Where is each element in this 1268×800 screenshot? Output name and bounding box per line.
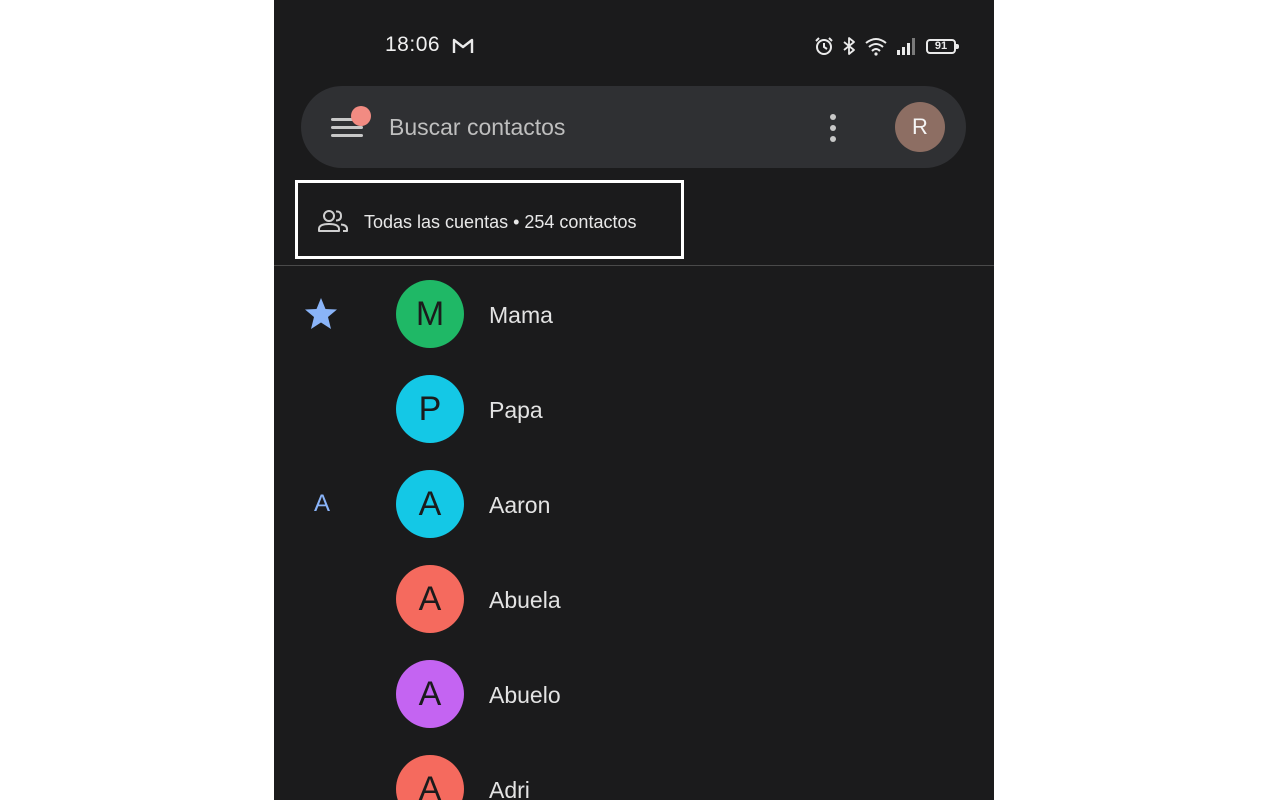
bluetooth-icon [843, 37, 855, 55]
contact-name: Aaron [489, 492, 551, 518]
star-icon [305, 298, 337, 329]
status-bar: 18:06 91 [274, 0, 994, 90]
contact-row[interactable]: A Abuela [274, 551, 994, 646]
contact-name: Mama [489, 302, 553, 328]
contact-avatar: A [396, 470, 464, 538]
contact-avatar: A [396, 755, 464, 800]
contact-avatar: P [396, 375, 464, 443]
gmail-icon [452, 38, 474, 53]
contact-avatar: A [396, 565, 464, 633]
notification-dot [351, 106, 371, 126]
contact-row[interactable]: A Adri [274, 741, 994, 800]
signal-icon [897, 38, 915, 55]
contact-name: Adri [489, 777, 530, 800]
status-time: 18:06 [385, 33, 441, 56]
account-filter-label: Todas las cuentas • 254 contactos [364, 212, 637, 232]
status-icons: 91 [814, 33, 959, 59]
contact-row[interactable]: A Abuelo [274, 646, 994, 741]
profile-avatar[interactable]: R [895, 102, 945, 152]
battery-indicator: 91 [926, 38, 959, 54]
contact-avatar: A [396, 660, 464, 728]
contact-name: Abuelo [489, 682, 561, 708]
hamburger-menu-icon[interactable] [331, 106, 371, 142]
contact-row[interactable]: A A Aaron [274, 456, 994, 551]
contact-name: Papa [489, 397, 543, 423]
section-letter: A [313, 490, 330, 517]
search-bar[interactable]: Buscar contactos R [301, 86, 966, 168]
contact-avatar: M [396, 280, 464, 348]
wifi-icon [865, 38, 887, 56]
contact-row[interactable]: M Mama [274, 266, 994, 361]
contact-name: Abuela [489, 587, 561, 613]
more-vert-icon[interactable] [823, 112, 843, 144]
contacts-app-screen: 18:06 91 Buscar contactos R Todas las cu… [274, 0, 994, 800]
search-input[interactable]: Buscar contactos [389, 114, 565, 141]
account-filter[interactable]: Todas las cuentas • 254 contactos [295, 180, 684, 259]
contact-row[interactable]: P Papa [274, 361, 994, 456]
alarm-icon [815, 37, 833, 55]
people-icon [318, 210, 348, 232]
